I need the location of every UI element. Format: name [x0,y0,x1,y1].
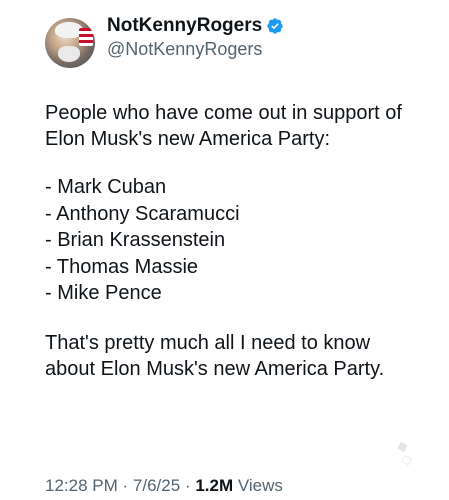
handle[interactable]: @NotKennyRogers [107,39,262,60]
supporters-list: - Mark Cuban - Anthony Scaramucci - Bria… [45,174,425,307]
tweet-intro: People who have come out in support of E… [45,102,402,150]
tweet-text: People who have come out in support of E… [45,100,425,382]
tweet-header: NotKennyRogers @NotKennyRogers [45,12,435,72]
list-item: - Brian Krassenstein [45,229,226,252]
list-item: - Mike Pence [45,282,162,305]
verified-badge-icon [267,18,283,34]
tweet-time[interactable]: 12:28 PM [45,476,118,495]
meta-separator: · [122,476,129,495]
watermark-logo: ◆ ◇ [394,436,414,469]
avatar-flag [79,28,93,46]
list-item: - Thomas Massie [45,255,199,278]
tweet-date[interactable]: 7/6/25 [133,476,180,495]
list-item: - Mark Cuban [45,176,167,198]
avatar[interactable] [45,18,95,68]
avatar-beard [58,46,80,62]
views-count[interactable]: 1.2M [195,476,233,495]
meta-separator: · [184,476,191,495]
name-row: NotKennyRogers [107,15,284,37]
views-label: Views [237,476,283,495]
tweet-meta: 12:28 PM · 7/6/25 · 1.2M Views [45,476,283,496]
tweet-closing: That's pretty much all I need to know ab… [45,331,385,380]
display-name[interactable]: NotKennyRogers [107,15,262,37]
list-item: - Anthony Scaramucci [45,202,240,225]
